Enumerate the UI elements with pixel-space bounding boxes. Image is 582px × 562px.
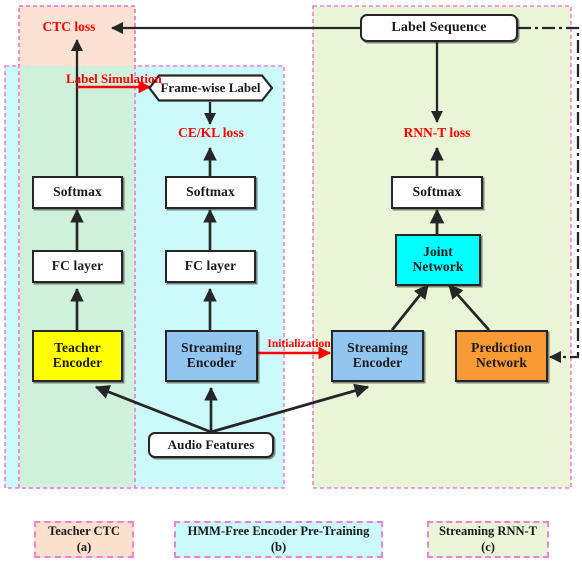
label-initialization: Initialization — [258, 338, 340, 350]
node-joint-network-line1: Joint — [423, 244, 453, 260]
node-teacher-encoder[interactable]: Teacher Encoder — [32, 330, 123, 382]
label-ce-kl-loss-text: CE/KL loss — [178, 125, 244, 140]
node-fc-layer-teacher-text: FC layer — [51, 258, 104, 274]
node-streaming-encoder-rnnt-line1: Streaming — [347, 340, 408, 356]
legend-item-a: Teacher CTC (a) — [34, 521, 134, 558]
node-fc-layer-student-text: FC layer — [184, 258, 237, 274]
node-softmax-teacher[interactable]: Softmax — [32, 176, 123, 209]
label-initialization-text: Initialization — [267, 338, 331, 350]
label-ctc-loss-text: CTC loss — [42, 19, 96, 34]
label-ctc-loss: CTC loss — [31, 19, 107, 34]
node-softmax-rnnt[interactable]: Softmax — [391, 176, 483, 209]
node-streaming-encoder-pretrain-line1: Streaming — [181, 340, 242, 356]
legend-item-c: Streaming RNN-T (c) — [427, 521, 549, 558]
node-teacher-encoder-line2: Encoder — [52, 355, 103, 370]
node-audio-features-text: Audio Features — [167, 436, 255, 452]
label-label-simulation-line1: Label — [66, 71, 98, 86]
legend-item-c-tag: (c) — [481, 539, 495, 554]
label-label-simulation: Label Simulation — [66, 71, 162, 86]
label-rnnt-loss: RNN-T loss — [390, 125, 484, 140]
node-audio-features[interactable]: Audio Features — [148, 432, 274, 458]
legend-item-c-name: Streaming RNN-T — [438, 524, 538, 539]
node-prediction-network[interactable]: Prediction Network — [455, 330, 548, 382]
node-fc-layer-teacher[interactable]: FC layer — [32, 250, 123, 283]
legend-item-b: HMM-Free Encoder Pre-Training (b) — [174, 521, 383, 558]
node-label-sequence[interactable]: Label Sequence — [360, 14, 518, 42]
node-prediction-network-line1: Prediction — [471, 340, 532, 356]
legend-item-a-name: Teacher CTC — [48, 524, 120, 539]
node-softmax-rnnt-text: Softmax — [412, 184, 462, 200]
node-streaming-encoder-rnnt-line2: Encoder — [352, 355, 403, 370]
node-softmax-student[interactable]: Softmax — [165, 176, 256, 209]
legend-item-a-tag: (a) — [76, 539, 92, 554]
node-label-sequence-text: Label Sequence — [391, 20, 487, 36]
node-frame-wise-label-text: Frame-wise Label — [160, 80, 261, 95]
label-rnnt-loss-text: RNN-T loss — [403, 125, 471, 140]
node-streaming-encoder-pretrain[interactable]: Streaming Encoder — [165, 330, 258, 382]
node-prediction-network-line2: Network — [476, 355, 527, 370]
node-frame-wise-label[interactable]: Frame-wise Label — [148, 74, 273, 102]
node-fc-layer-student[interactable]: FC layer — [165, 250, 256, 283]
node-streaming-encoder-rnnt[interactable]: Streaming Encoder — [331, 330, 424, 382]
node-teacher-encoder-line1: Teacher — [54, 340, 101, 356]
legend-item-b-name: HMM-Free Encoder Pre-Training — [187, 524, 370, 539]
node-joint-network[interactable]: Joint Network — [395, 234, 481, 286]
label-ce-kl-loss: CE/KL loss — [164, 125, 258, 140]
node-softmax-teacher-text: Softmax — [53, 184, 102, 200]
diagram-canvas: Label Sequence Frame-wise Label Softmax … — [0, 0, 582, 562]
legend-item-b-tag: (b) — [270, 539, 287, 554]
node-joint-network-line2: Network — [412, 259, 464, 274]
node-softmax-student-text: Softmax — [186, 184, 235, 200]
node-streaming-encoder-pretrain-line2: Encoder — [186, 355, 237, 370]
label-label-simulation-line2: Simulation — [101, 71, 162, 86]
